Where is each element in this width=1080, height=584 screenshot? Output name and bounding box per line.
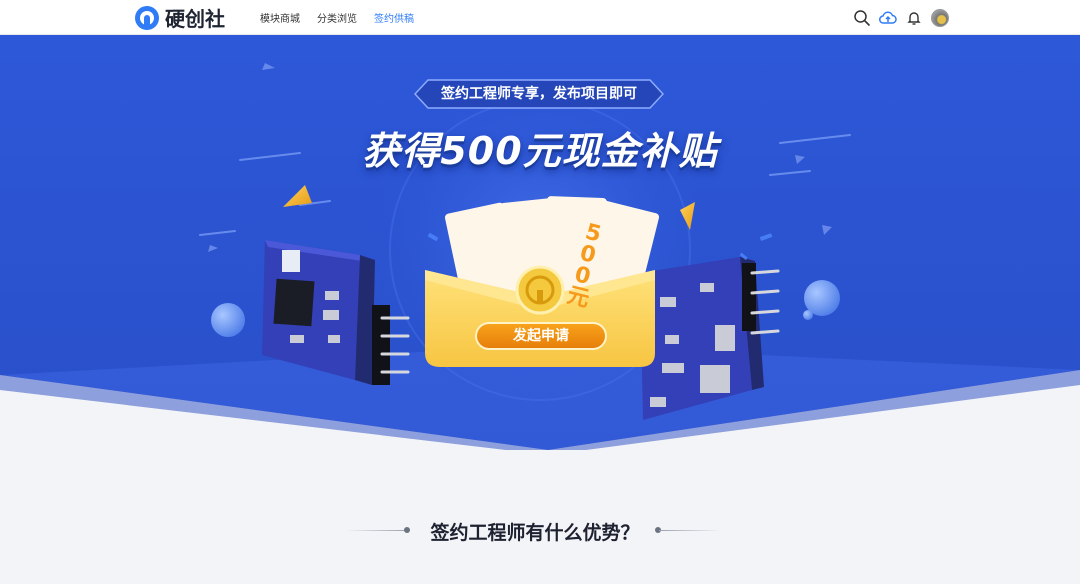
divider-line-right [659,530,721,531]
nav-item-category-browse[interactable]: 分类浏览 [317,10,357,25]
apply-button[interactable]: 发起申请 [475,322,607,350]
avatar[interactable] [931,9,949,27]
logo-text: 硬创社 [165,7,225,31]
top-header: 硬创社 模块商城 分类浏览 签约供稿 [0,0,1080,35]
section-title: 签约工程师有什么优势？ [430,522,640,544]
main-nav: 模块商城 分类浏览 签约供稿 [260,0,431,35]
hero-badge-text: 签约工程师专享，发布项目即可 [441,86,637,102]
divider-dot-left [404,527,410,533]
search-icon[interactable] [853,9,871,27]
nav-item-signed-contribution[interactable]: 签约供稿 [374,10,414,25]
hero-headline: 获得500元现金补贴 [362,129,718,173]
cloud-upload-icon[interactable] [879,9,897,27]
site-logo[interactable]: 硬创社 [135,5,225,31]
header-actions [845,8,949,28]
hero-banner: 签约工程师专享，发布项目即可 获得500元现金补贴 500元 发起申请 [0,35,1080,450]
logo-icon [135,5,159,30]
hero-badge: 签约工程师专享，发布项目即可 [414,79,664,109]
bell-icon[interactable] [905,9,923,27]
nav-item-module-mall[interactable]: 模块商城 [260,10,300,25]
divider-line-left [345,530,407,531]
advantages-section-header: 签约工程师有什么优势？ [0,510,1080,550]
